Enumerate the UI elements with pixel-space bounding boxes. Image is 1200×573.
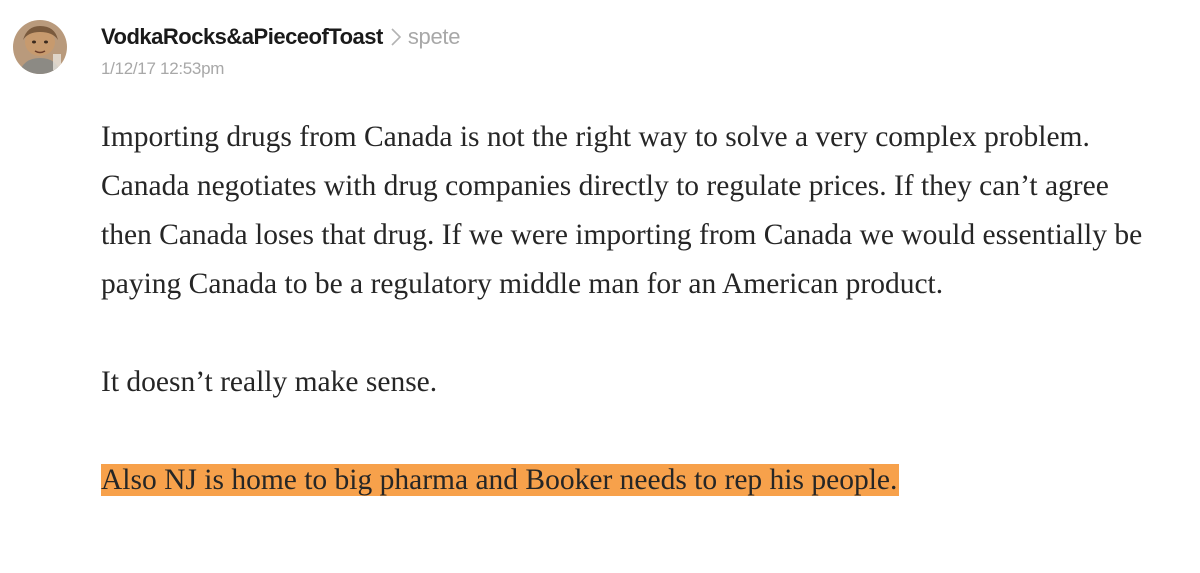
- avatar[interactable]: [13, 20, 67, 74]
- comment-body: Importing drugs from Canada is not the r…: [101, 113, 1161, 505]
- chevron-right-icon: [391, 28, 401, 46]
- timestamp[interactable]: 1/12/17 12:53pm: [101, 59, 460, 79]
- reply-to-user[interactable]: spete: [408, 24, 461, 50]
- paragraph-1: Importing drugs from Canada is not the r…: [101, 121, 1143, 300]
- paragraph-2: It doesn’t really make sense.: [101, 366, 438, 398]
- author-name[interactable]: VodkaRocks&aPieceofToast: [101, 24, 383, 50]
- author-row: VodkaRocks&aPieceofToast spete: [101, 22, 460, 52]
- highlighted-text: Also NJ is home to big pharma and Booker…: [101, 464, 900, 496]
- comment-meta: VodkaRocks&aPieceofToast spete 1/12/17 1…: [101, 22, 460, 79]
- paragraph-3: Also NJ is home to big pharma and Booker…: [101, 456, 1161, 505]
- comment-header: VodkaRocks&aPieceofToast spete 1/12/17 1…: [13, 20, 460, 79]
- user-avatar-photo: [13, 20, 67, 74]
